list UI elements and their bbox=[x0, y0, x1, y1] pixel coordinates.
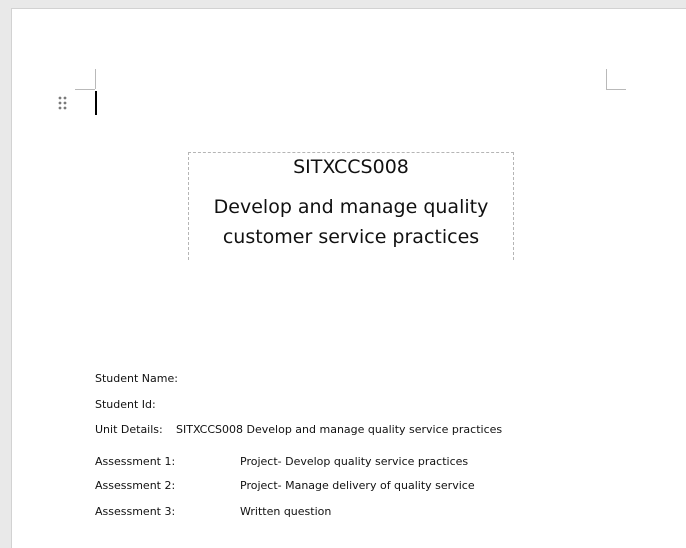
assessment-2-label: Assessment 2: bbox=[95, 479, 176, 492]
margin-corner-top-left bbox=[95, 69, 96, 89]
assessment-2-value: Project- Manage delivery of quality serv… bbox=[240, 479, 475, 492]
assessment-1-label: Assessment 1: bbox=[95, 455, 176, 468]
text-cursor bbox=[95, 91, 97, 115]
drag-handle-icon[interactable] bbox=[58, 96, 68, 112]
assessment-3-value: Written question bbox=[240, 505, 332, 518]
document-page[interactable]: SITXCCS008 Develop and manage quality cu… bbox=[11, 8, 686, 548]
unit-details-label: Unit Details: bbox=[95, 423, 163, 436]
unit-details-value: SITXCCS008 Develop and manage quality se… bbox=[176, 423, 503, 436]
unit-title-line-2: customer service practices bbox=[222, 226, 480, 248]
title-text-box[interactable]: SITXCCS008 Develop and manage quality cu… bbox=[188, 152, 514, 260]
unit-title-line-1: Develop and manage quality bbox=[213, 196, 489, 218]
margin-corner-top-left-horizontal bbox=[75, 89, 95, 90]
unit-title: Develop and manage quality customer serv… bbox=[189, 192, 513, 252]
margin-corner-top-right-horizontal bbox=[606, 89, 626, 90]
student-name-label: Student Name: bbox=[95, 372, 178, 385]
unit-code-title: SITXCCS008 bbox=[293, 156, 409, 178]
assessment-3-label: Assessment 3: bbox=[95, 505, 176, 518]
margin-corner-top-right bbox=[606, 69, 607, 89]
assessment-1-value: Project- Develop quality service practic… bbox=[240, 455, 469, 468]
student-id-label: Student Id: bbox=[95, 398, 156, 411]
